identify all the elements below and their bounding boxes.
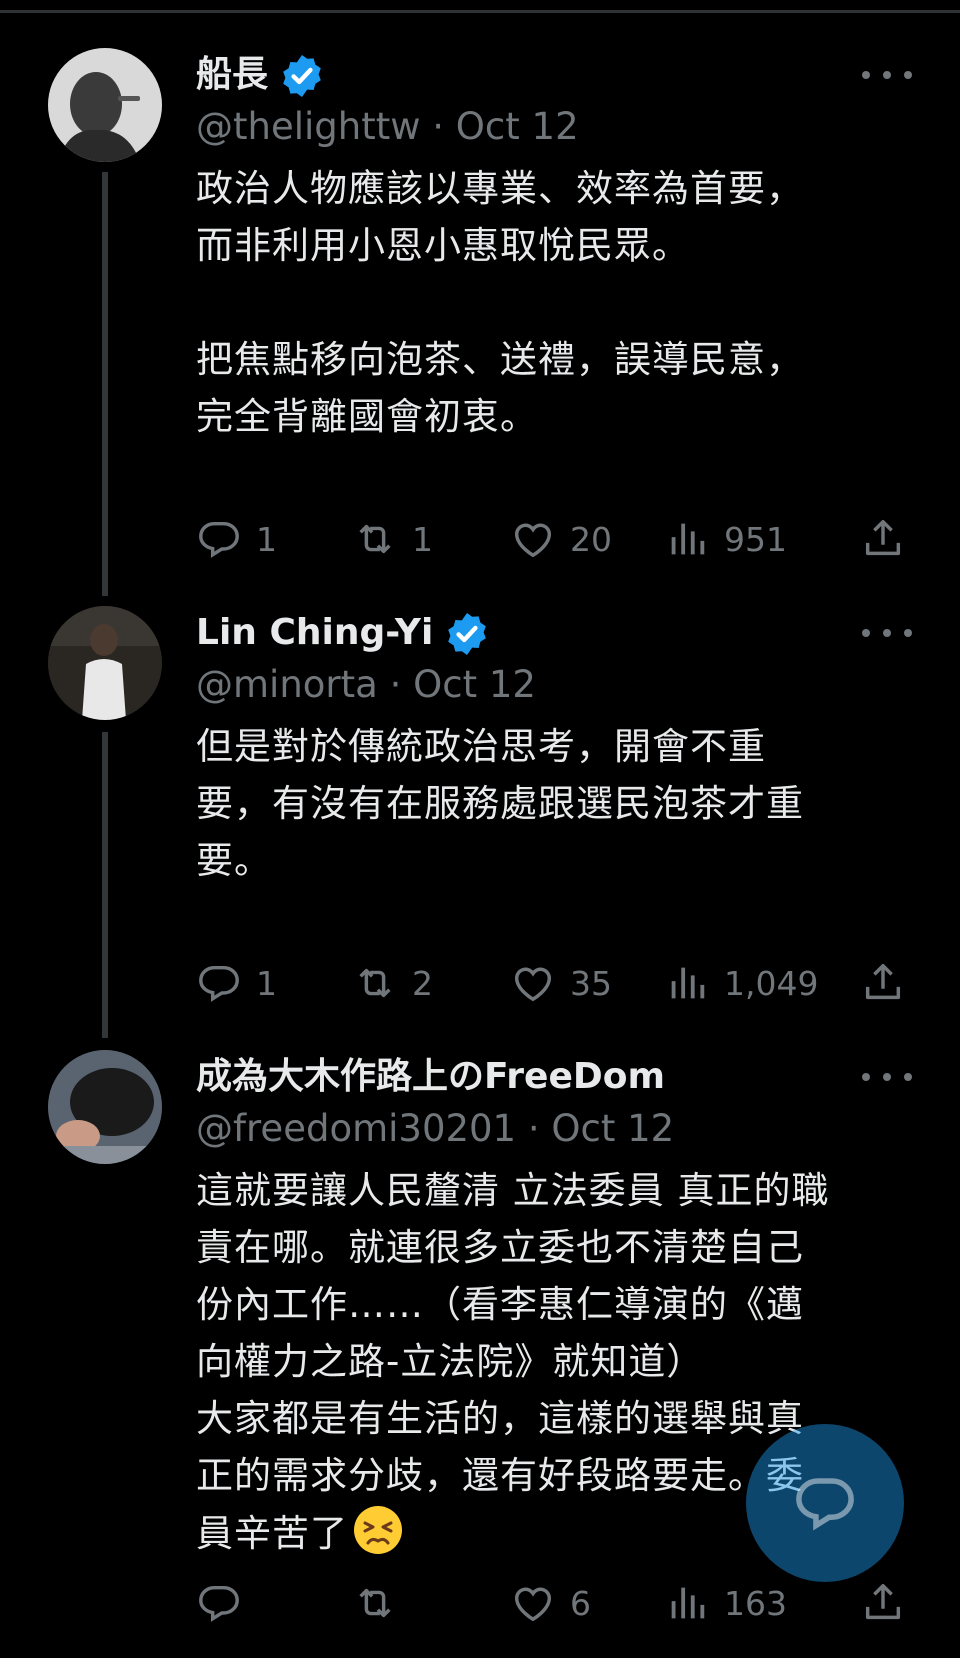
action-bar: 6 163 xyxy=(196,1578,908,1628)
share-button[interactable] xyxy=(860,958,906,1008)
repost-count: 2 xyxy=(412,963,433,1003)
action-bar: 1 2 35 1,049 xyxy=(196,958,908,1008)
repost-count: 1 xyxy=(412,519,433,559)
separator: · xyxy=(527,1107,540,1150)
views-button[interactable]: 163 xyxy=(664,1578,787,1628)
reply-button[interactable] xyxy=(196,1578,256,1628)
heart-icon xyxy=(510,1580,556,1626)
thread-line xyxy=(102,732,108,1038)
reply-button[interactable]: 1 xyxy=(196,514,277,564)
view-count: 1,049 xyxy=(724,963,819,1003)
share-icon xyxy=(860,960,906,1006)
timestamp[interactable]: Oct 12 xyxy=(551,1107,674,1150)
reply-icon xyxy=(196,1580,242,1626)
share-button[interactable] xyxy=(860,514,906,564)
like-count: 20 xyxy=(570,519,612,559)
more-icon[interactable] xyxy=(862,616,912,650)
tweet-text: 政治人物應該以專業、效率為首要， 而非利用小恩小惠取悅民眾。 把焦點移向泡茶、送… xyxy=(196,167,804,438)
reply-icon xyxy=(196,960,242,1006)
reply-count: 1 xyxy=(256,963,277,1003)
action-bar: 1 1 20 951 xyxy=(196,514,908,564)
reply-icon xyxy=(196,516,242,562)
tweet-text: 但是對於傳統政治思考，開會不重 要，有沒有在服務處跟選民泡茶才重 要。 xyxy=(196,725,804,882)
share-icon xyxy=(860,516,906,562)
repost-icon xyxy=(352,960,398,1006)
share-icon xyxy=(860,1580,906,1626)
persevering-face-emoji xyxy=(354,1506,402,1554)
views-button[interactable]: 951 xyxy=(664,514,787,564)
separator: · xyxy=(432,105,445,148)
views-icon xyxy=(664,960,710,1006)
compose-reply-icon xyxy=(796,1478,854,1531)
repost-button[interactable]: 1 xyxy=(352,514,433,564)
tweet-meta: @freedomi30201 · Oct 12 xyxy=(196,1104,674,1154)
display-name[interactable]: Lin Ching-Yi xyxy=(196,612,433,653)
reply-count: 1 xyxy=(256,519,277,559)
heart-icon xyxy=(510,960,556,1006)
tweet-meta: @thelighttw · Oct 12 xyxy=(196,102,579,152)
tweet-text: 這就要讓人民釐清 立法委員 真正的職 責在哪。就連很多立委也不清楚自己 份內工作… xyxy=(196,1169,830,1555)
verified-badge-icon xyxy=(443,610,491,658)
handle[interactable]: @thelighttw xyxy=(196,105,421,148)
views-button[interactable]: 1,049 xyxy=(664,958,818,1008)
handle[interactable]: @minorta xyxy=(196,663,378,706)
separator: · xyxy=(389,663,402,706)
like-button[interactable]: 20 xyxy=(510,514,612,564)
view-count: 163 xyxy=(724,1583,787,1623)
top-divider xyxy=(0,10,960,13)
repost-icon xyxy=(352,516,398,562)
repost-button[interactable]: 2 xyxy=(352,958,433,1008)
like-button[interactable]: 35 xyxy=(510,958,612,1008)
timestamp[interactable]: Oct 12 xyxy=(456,105,579,148)
reply-button[interactable]: 1 xyxy=(196,958,277,1008)
verified-badge-icon xyxy=(278,52,326,100)
timestamp[interactable]: Oct 12 xyxy=(413,663,536,706)
repost-icon xyxy=(352,1580,398,1626)
view-count: 951 xyxy=(724,519,787,559)
thread-line xyxy=(102,172,108,596)
avatar[interactable] xyxy=(48,606,162,720)
views-icon xyxy=(664,516,710,562)
like-button[interactable]: 6 xyxy=(510,1578,591,1628)
like-count: 35 xyxy=(570,963,612,1003)
display-name[interactable]: 船長 xyxy=(196,54,268,95)
compose-reply-button[interactable] xyxy=(746,1424,904,1582)
display-name[interactable]: 成為大木作路上のFreeDom xyxy=(196,1056,665,1097)
repost-button[interactable] xyxy=(352,1578,412,1628)
like-count: 6 xyxy=(570,1583,591,1623)
views-icon xyxy=(664,1580,710,1626)
tweet-meta: @minorta · Oct 12 xyxy=(196,660,536,710)
avatar[interactable] xyxy=(48,1050,162,1164)
avatar[interactable] xyxy=(48,48,162,162)
more-icon[interactable] xyxy=(862,58,912,92)
handle[interactable]: @freedomi30201 xyxy=(196,1107,516,1150)
share-button[interactable] xyxy=(860,1578,906,1628)
heart-icon xyxy=(510,516,556,562)
more-icon[interactable] xyxy=(862,1060,912,1094)
